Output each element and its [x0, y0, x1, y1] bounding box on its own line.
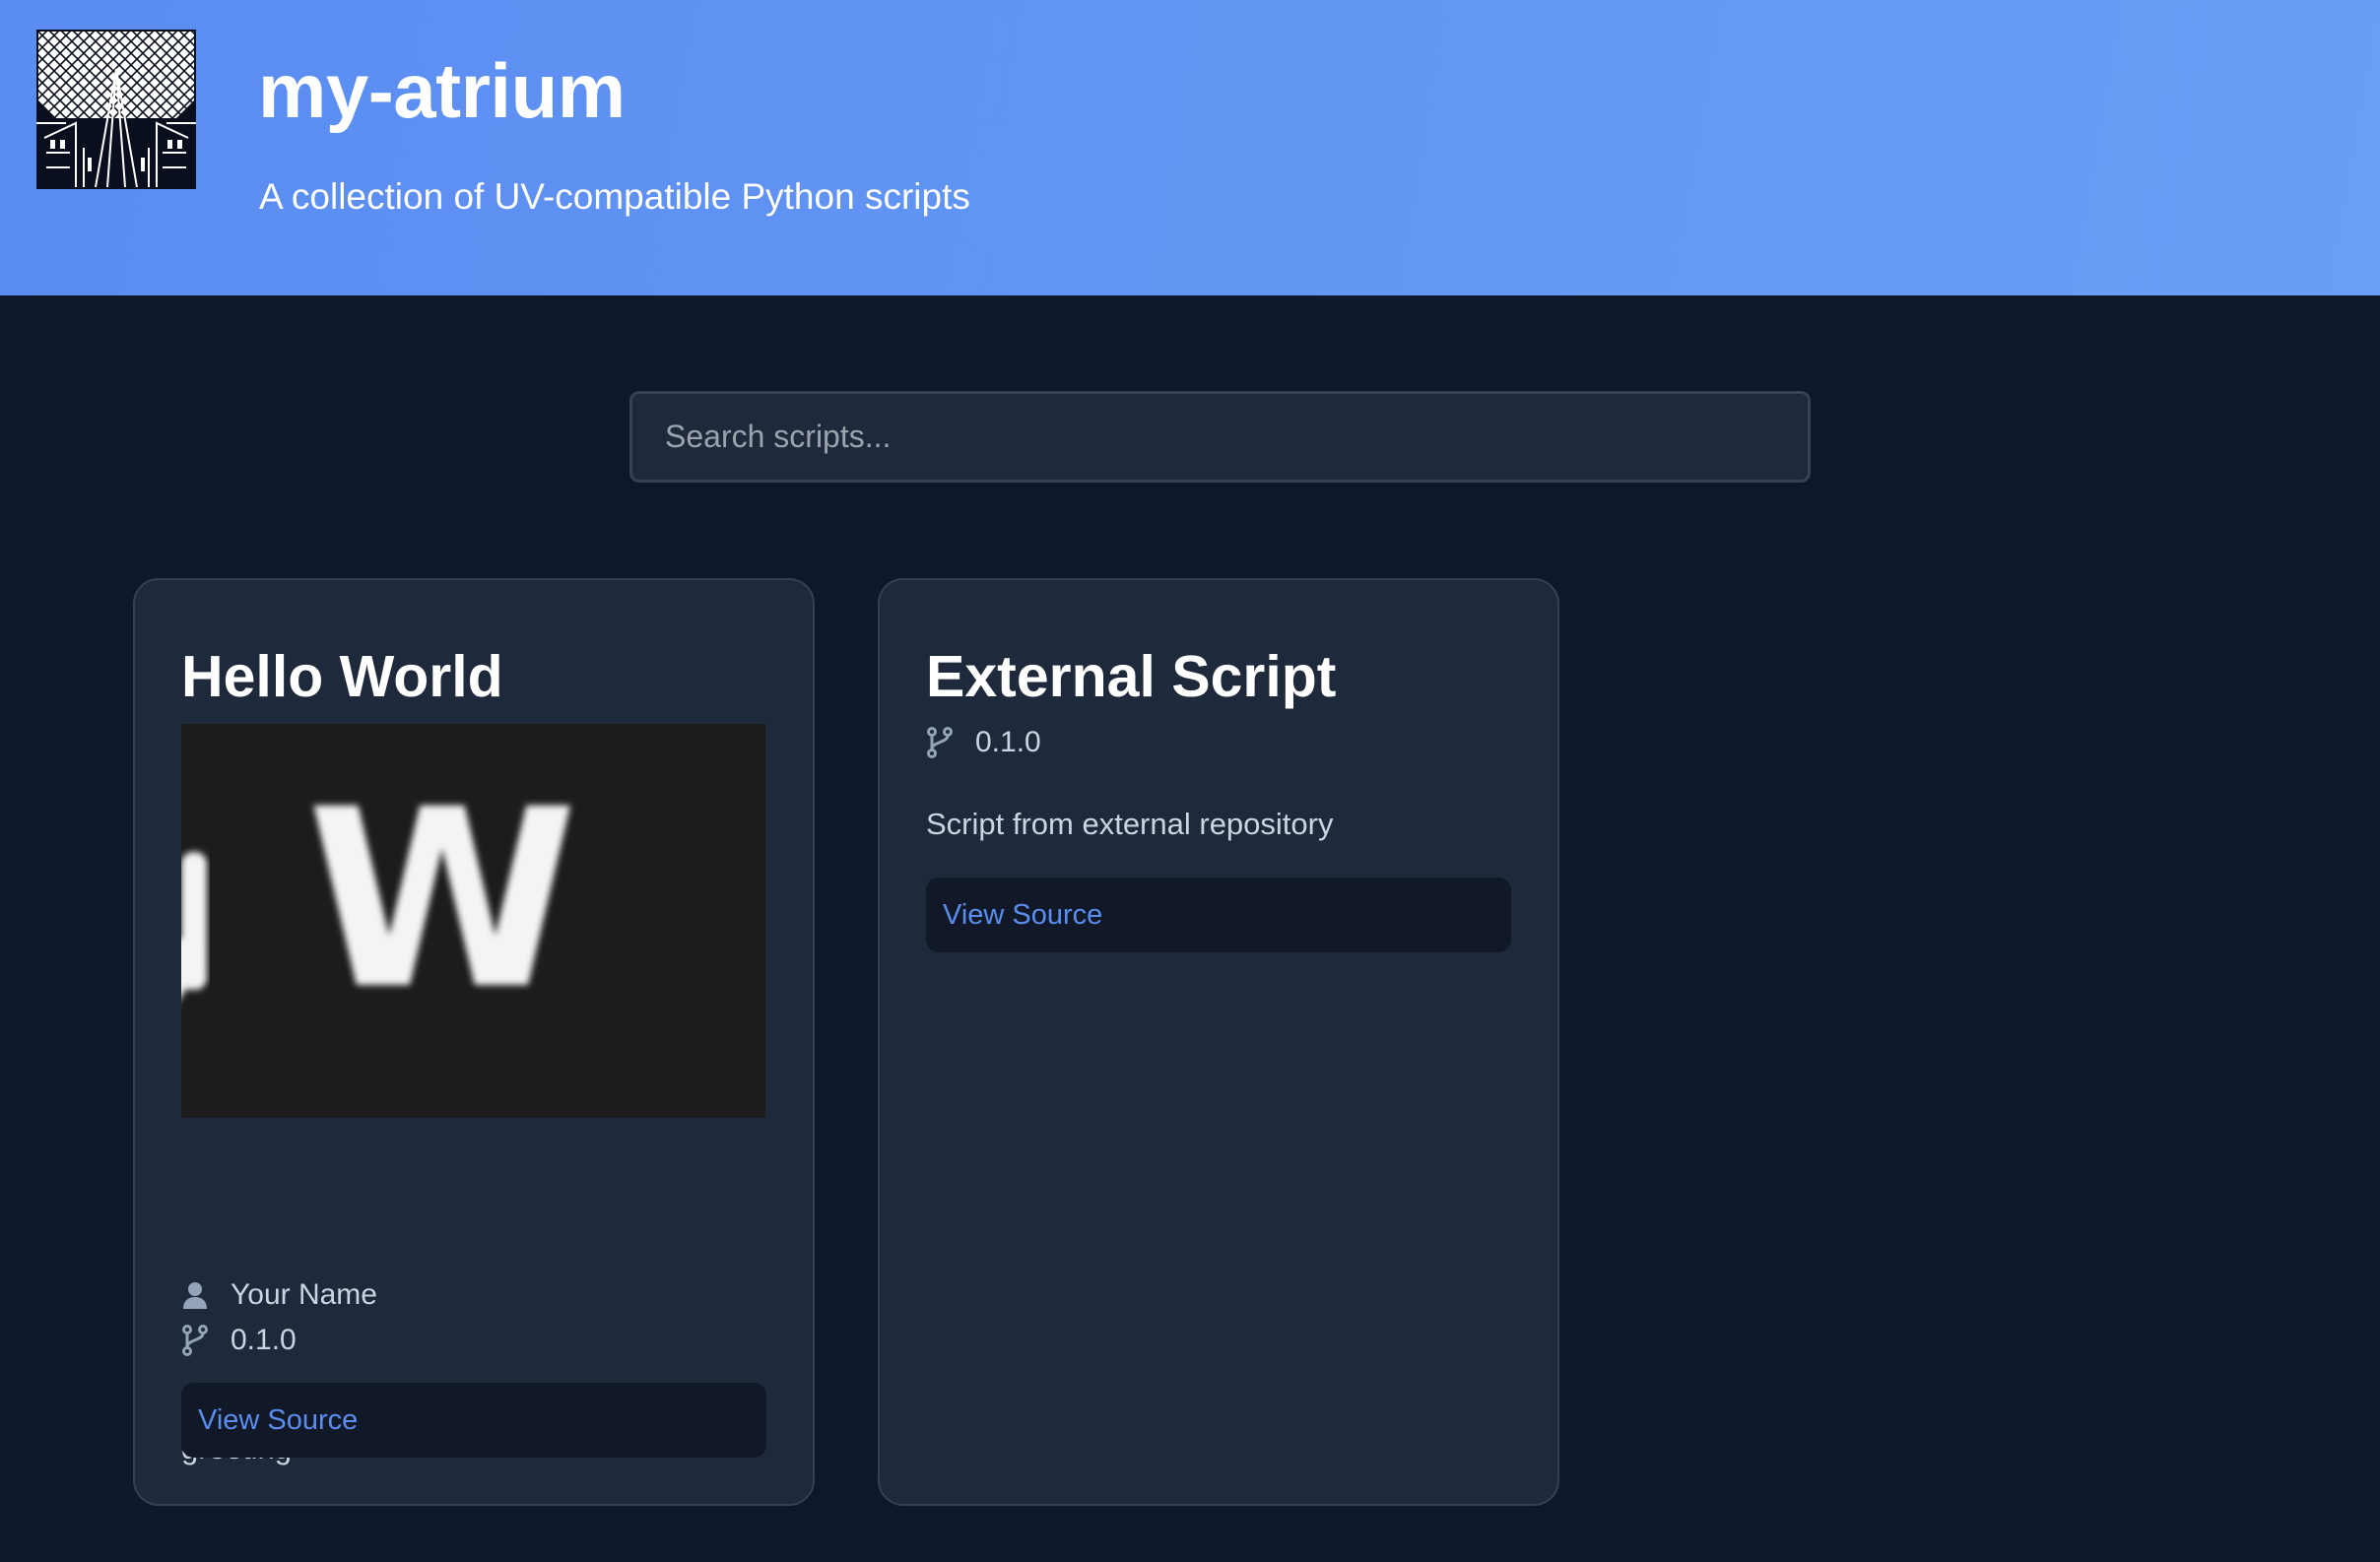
- script-description: Script from external repository: [926, 807, 1334, 841]
- script-card-external-script: External Script 0.1.0 Script from extern…: [878, 578, 1559, 1506]
- script-preview-image: , W: [181, 724, 765, 1118]
- view-source-button[interactable]: View Source: [181, 1383, 766, 1458]
- preview-image-text: , W: [181, 756, 578, 1043]
- atrium-logo-icon: [36, 30, 196, 189]
- author-name: Your Name: [231, 1278, 377, 1311]
- script-title: External Script: [926, 644, 1337, 709]
- view-source-button[interactable]: View Source: [926, 878, 1511, 952]
- site-subtitle: A collection of UV-compatible Python scr…: [259, 176, 970, 217]
- script-card-hello-world: Hello World , W Your Name: [133, 578, 815, 1506]
- user-icon: [181, 1279, 209, 1311]
- site-header: my-atrium A collection of UV-compatible …: [0, 0, 2380, 295]
- git-branch-icon: [926, 727, 954, 758]
- script-version: 0.1.0: [926, 725, 1041, 760]
- search-input[interactable]: [629, 391, 1811, 483]
- site-title: my-atrium: [258, 47, 626, 134]
- script-author: Your Name: [181, 1277, 377, 1313]
- script-title: Hello World: [181, 644, 503, 709]
- git-branch-icon: [181, 1325, 209, 1356]
- version-number: 0.1.0: [231, 1324, 297, 1356]
- version-number: 0.1.0: [975, 726, 1041, 758]
- script-version: 0.1.0: [181, 1323, 297, 1358]
